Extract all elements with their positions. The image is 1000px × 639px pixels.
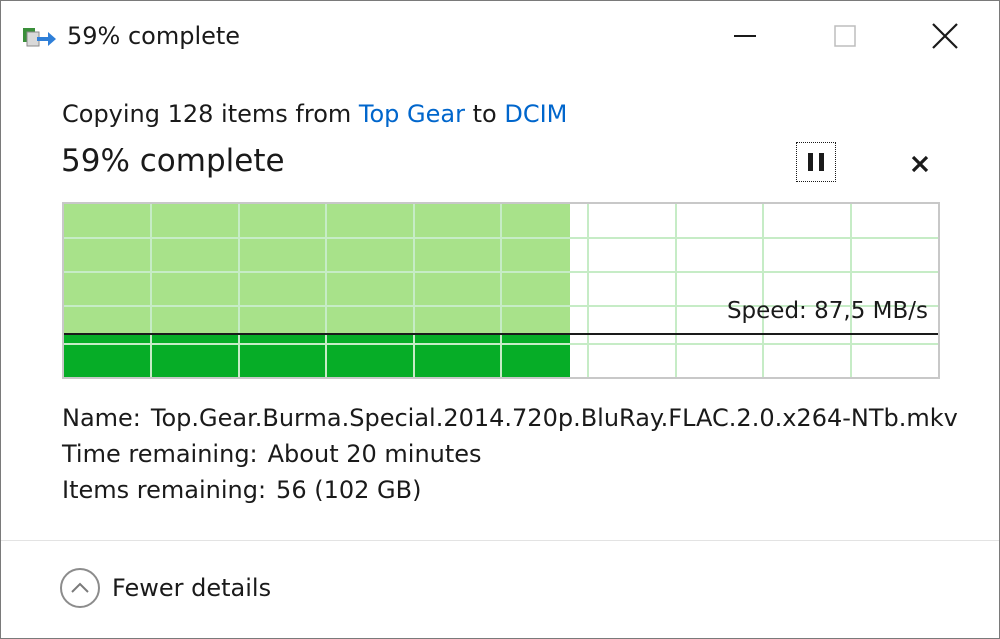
to-word: to <box>464 100 505 128</box>
items-remaining-label: Items remaining: <box>62 476 267 504</box>
progress-status: 59% complete <box>61 143 285 179</box>
footer-divider <box>1 540 999 541</box>
name-value: Top.Gear.Burma.Special.2014.720p.BluRay.… <box>150 404 958 432</box>
pause-icon <box>808 153 813 171</box>
minimize-icon <box>734 35 756 37</box>
time-remaining-label: Time remaining: <box>62 440 258 468</box>
cancel-button[interactable] <box>903 147 937 181</box>
pause-icon-bar <box>819 153 824 171</box>
detail-items-row: Items remaining: 56 (102 GB) <box>62 474 421 506</box>
items-remaining-value: 56 (102 GB) <box>276 476 422 504</box>
copy-progress-dialog: 59% complete Copying 128 items from Top … <box>0 0 1000 639</box>
close-icon <box>932 23 958 49</box>
chevron-up-icon <box>60 568 100 608</box>
maximize-icon <box>834 25 856 47</box>
maximize-button <box>795 1 895 71</box>
speed-readout: Speed: 87,5 MB/s <box>726 298 928 324</box>
detail-time-row: Time remaining: About 20 minutes <box>62 438 482 470</box>
copy-summary: Copying 128 items from Top Gear to DCIM <box>62 97 567 131</box>
detail-name-row: Name: Top.Gear.Burma.Special.2014.720p.Bl… <box>62 402 958 434</box>
fewer-details-label: Fewer details <box>112 574 272 602</box>
name-label: Name: <box>62 404 141 432</box>
minimize-button[interactable] <box>695 1 795 71</box>
cancel-x-icon <box>911 155 929 173</box>
fewer-details-toggle[interactable]: Fewer details <box>60 568 271 608</box>
source-folder-link[interactable]: Top Gear <box>359 100 465 128</box>
title-bar[interactable]: 59% complete <box>1 1 999 71</box>
destination-folder-link[interactable]: DCIM <box>504 100 567 128</box>
copy-prefix: Copying 128 items from <box>62 100 359 128</box>
window-title: 59% complete <box>67 22 241 50</box>
time-remaining-value: About 20 minutes <box>267 440 482 468</box>
close-button[interactable] <box>895 1 995 71</box>
file-copy-icon <box>23 28 56 47</box>
transfer-speed-graph: Speed: 87,5 MB/s <box>62 202 940 379</box>
pause-button[interactable] <box>796 142 836 182</box>
speed-history-area <box>64 334 570 377</box>
speed-graph-canvas <box>64 204 938 377</box>
